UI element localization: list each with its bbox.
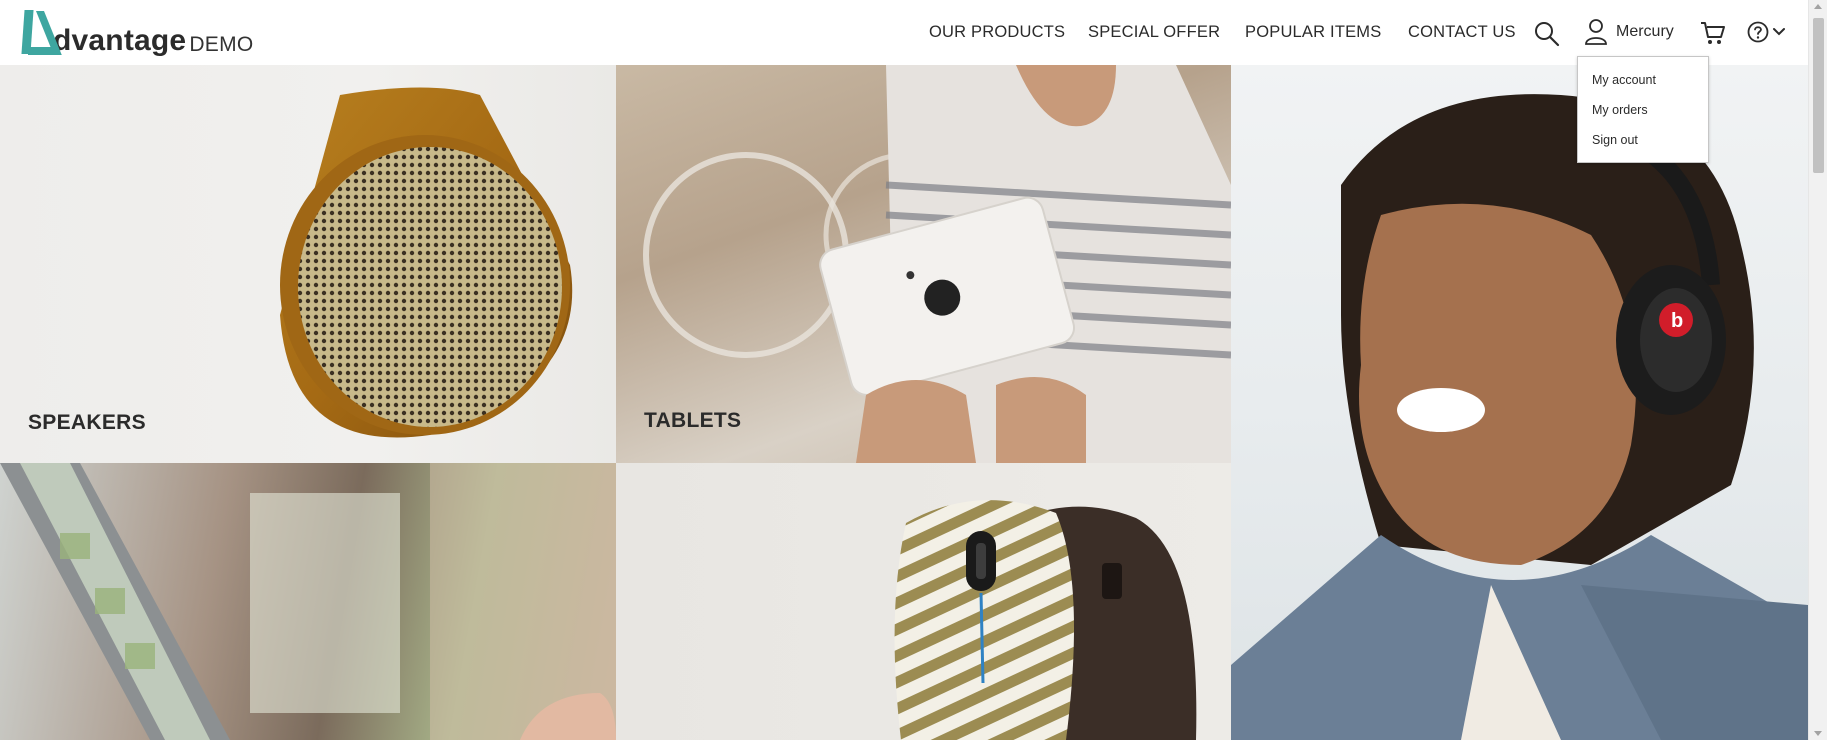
user-icon[interactable] [1584, 18, 1608, 46]
nav-contact-us-link[interactable]: CONTACT US [1408, 23, 1516, 42]
scroll-up-arrow-icon[interactable] [1814, 4, 1822, 9]
nav-our-products[interactable]: OUR PRODUCTS [929, 0, 1065, 65]
tablet-lifestyle-image [643, 65, 1231, 463]
category-tile-mice[interactable] [616, 463, 1231, 740]
cart-icon[interactable] [1700, 20, 1726, 46]
category-tile-laptops[interactable] [0, 463, 616, 740]
help-icon[interactable] [1747, 21, 1771, 45]
category-tile-headphones[interactable]: b [1231, 65, 1808, 740]
mice-image [894, 500, 1197, 740]
menu-item-my-orders[interactable]: My orders [1592, 103, 1648, 117]
speaker-image [280, 87, 573, 438]
nav-popular-items[interactable]: POPULAR ITEMS [1245, 0, 1381, 65]
category-label-tablets[interactable]: TABLETS [644, 409, 741, 433]
nav-special-offer[interactable]: SPECIAL OFFER [1088, 0, 1220, 65]
user-dropdown-menu: My account My orders Sign out [1577, 56, 1709, 163]
scroll-down-arrow-icon[interactable] [1814, 731, 1822, 736]
user-name[interactable]: Mercury [1616, 23, 1674, 41]
search-icon[interactable] [1534, 21, 1560, 47]
menu-item-sign-out[interactable]: Sign out [1592, 133, 1638, 147]
menu-item-my-account[interactable]: My account [1592, 73, 1656, 87]
nav-contact-us[interactable]: CONTACT US [1408, 0, 1516, 65]
headphones-lifestyle-image: b [1231, 94, 1808, 740]
chevron-down-icon[interactable] [1772, 27, 1786, 37]
advantage-logo[interactable]: dvantage DEMO [21, 9, 254, 57]
logo-mark [21, 9, 62, 57]
category-tile-tablets[interactable]: TABLETS [616, 65, 1231, 463]
logo-word: dvantage [53, 24, 187, 57]
page-scrollbar[interactable] [1808, 0, 1827, 740]
svg-text:b: b [1671, 310, 1683, 332]
scroll-thumb[interactable] [1813, 18, 1824, 173]
logo-demo: DEMO [189, 33, 254, 56]
laptop-lifestyle-image [0, 463, 616, 740]
site-header: dvantage DEMO OUR PRODUCTS SPECIAL OFFER… [0, 0, 1808, 65]
category-label-speakers[interactable]: SPEAKERS [28, 411, 146, 435]
nav-our-products-link[interactable]: OUR PRODUCTS [929, 23, 1065, 42]
nav-special-offer-link[interactable]: SPECIAL OFFER [1088, 23, 1220, 42]
nav-popular-items-link[interactable]: POPULAR ITEMS [1245, 23, 1381, 42]
category-tile-speakers[interactable]: SPEAKERS [0, 65, 616, 463]
